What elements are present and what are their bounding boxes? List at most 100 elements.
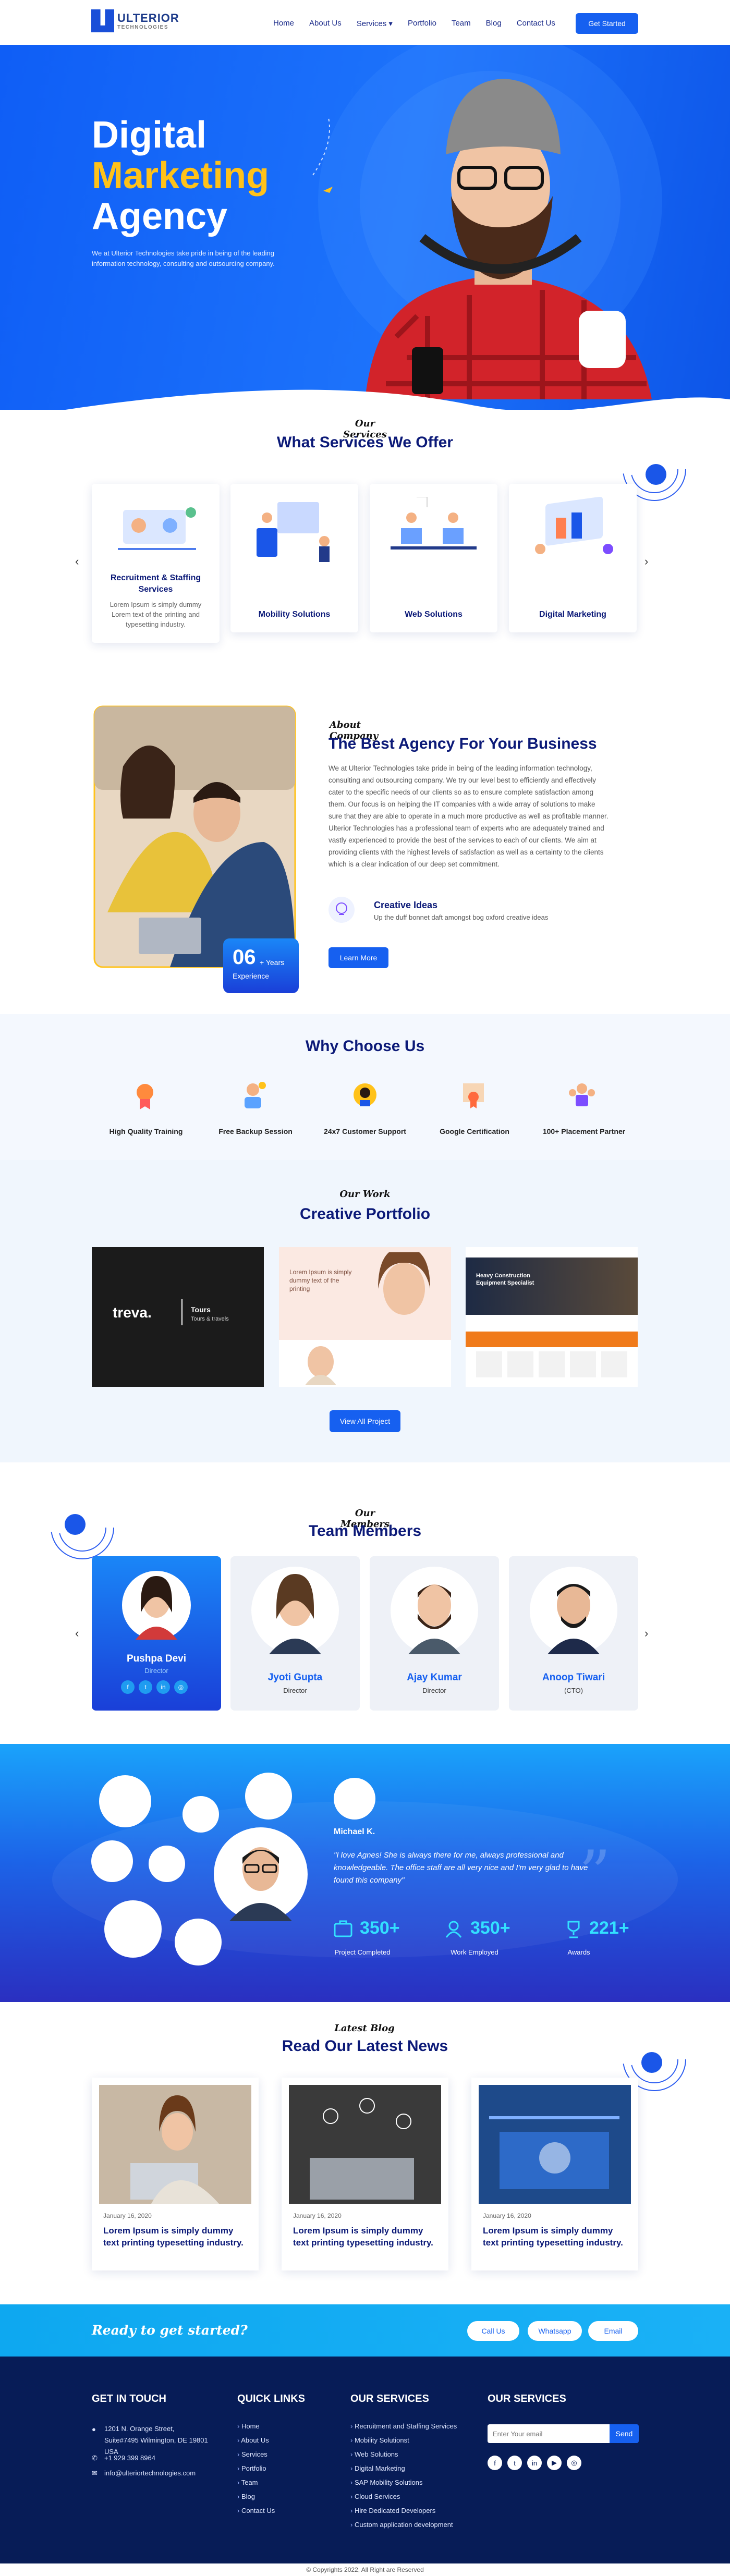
service-card-web[interactable]: Web Solutions bbox=[370, 484, 497, 632]
why-support: 24x7 Customer Support bbox=[324, 1127, 406, 1136]
footer-link-contact[interactable]: Contact Us bbox=[237, 2504, 275, 2518]
avatar bbox=[122, 1571, 191, 1640]
footer-link-home[interactable]: Home bbox=[237, 2419, 275, 2433]
view-all-project-button[interactable]: View All Project bbox=[330, 1410, 400, 1432]
team-card-ajay[interactable]: Ajay Kumar Director bbox=[370, 1556, 499, 1711]
experience-badge: 06 + Years Experience bbox=[223, 938, 299, 993]
hero-wave bbox=[65, 389, 730, 410]
member-name: Jyoti Gupta bbox=[267, 1672, 323, 1683]
linkedin-icon[interactable]: in bbox=[527, 2456, 542, 2470]
avatar bbox=[251, 1567, 339, 1654]
footer-service-link[interactable]: Custom application development bbox=[350, 2518, 457, 2532]
footer-link-services[interactable]: Services bbox=[237, 2447, 275, 2461]
portfolio-item-beauty[interactable]: Lorem Ipsum is simply dummy text of the … bbox=[279, 1247, 451, 1387]
client-avatar bbox=[104, 1900, 162, 1958]
nav-about[interactable]: About Us bbox=[309, 19, 342, 28]
member-role: Director bbox=[144, 1667, 168, 1675]
stat-employees-value: 350+ bbox=[470, 1918, 510, 1938]
nav-team[interactable]: Team bbox=[452, 19, 471, 28]
service-card-digital-marketing[interactable]: Digital Marketing bbox=[509, 484, 637, 632]
footer-quick-title: QUICK LINKS bbox=[237, 2393, 305, 2404]
footer-email[interactable]: info@ulteriortechnologies.com bbox=[104, 2469, 196, 2477]
company-logo[interactable]: ULTERIOR TECHNOLOGIES bbox=[91, 9, 179, 34]
service-title: Mobility Solutions bbox=[258, 610, 331, 619]
footer-phone[interactable]: +1 929 399 8964 bbox=[104, 2454, 155, 2462]
stat-projects-label: Project Completed bbox=[334, 1948, 391, 1956]
newsletter-send-button[interactable]: Send bbox=[610, 2424, 639, 2443]
feature-title: Creative Ideas bbox=[374, 900, 438, 910]
footer-services-list: Recruitment and Staffing Services Mobili… bbox=[350, 2419, 457, 2532]
phone-icon: ✆ bbox=[92, 2454, 98, 2462]
footer-service-link[interactable]: Recruitment and Staffing Services bbox=[350, 2419, 457, 2433]
projects-icon bbox=[334, 1920, 352, 1937]
team-card-jyoti[interactable]: Jyoti Gupta Director bbox=[230, 1556, 360, 1711]
footer-service-link[interactable]: Cloud Services bbox=[350, 2489, 457, 2504]
news-date: January 16, 2020 bbox=[103, 2212, 152, 2219]
about-title: The Best Agency For Your Business bbox=[328, 735, 597, 752]
facebook-icon[interactable]: f bbox=[488, 2456, 502, 2470]
facebook-icon[interactable]: f bbox=[121, 1680, 135, 1694]
why-title: Why Choose Us bbox=[305, 1037, 425, 1055]
get-started-button[interactable]: Get Started bbox=[576, 13, 638, 34]
construction-grid bbox=[476, 1351, 627, 1377]
news-card[interactable]: January 16, 2020 Lorem Ipsum is simply d… bbox=[92, 2078, 259, 2270]
twitter-icon[interactable]: t bbox=[507, 2456, 522, 2470]
hero-text: We at Ulterior Technologies take pride i… bbox=[92, 249, 275, 267]
footer-service-link[interactable]: Mobility Solutionst bbox=[350, 2433, 457, 2447]
news-card[interactable]: January 16, 2020 Lorem Ipsum is simply d… bbox=[282, 2078, 448, 2270]
call-us-button[interactable]: Call Us bbox=[467, 2321, 519, 2341]
nav-blog[interactable]: Blog bbox=[486, 19, 502, 28]
footer-link-portfolio[interactable]: Portfolio bbox=[237, 2461, 275, 2475]
email-button[interactable]: Email bbox=[588, 2321, 638, 2341]
news-card[interactable]: January 16, 2020 Lorem Ipsum is simply d… bbox=[471, 2078, 638, 2270]
footer-link-blog[interactable]: Blog bbox=[237, 2489, 275, 2504]
service-card-mobility[interactable]: Mobility Solutions bbox=[230, 484, 358, 632]
service-title: Web Solutions bbox=[405, 610, 463, 619]
nav-portfolio[interactable]: Portfolio bbox=[408, 19, 436, 28]
news-image bbox=[289, 2085, 441, 2204]
twitter-icon[interactable]: t bbox=[139, 1680, 152, 1694]
footer-link-team[interactable]: Team bbox=[237, 2475, 275, 2489]
beauty-model-2 bbox=[305, 1346, 336, 1385]
footer-service-link[interactable]: Hire Dedicated Developers bbox=[350, 2504, 457, 2518]
nav-home[interactable]: Home bbox=[273, 19, 294, 28]
client-avatar bbox=[175, 1919, 222, 1965]
about-text: We at Ulterior Technologies take pride i… bbox=[328, 764, 609, 868]
stat-awards-value: 221+ bbox=[589, 1918, 629, 1938]
team-card-anoop[interactable]: Anoop Tiwari (CTO) bbox=[509, 1556, 638, 1711]
certification-icon bbox=[463, 1083, 484, 1108]
trophy-icon bbox=[567, 1921, 580, 1938]
newsletter-email-input[interactable] bbox=[488, 2424, 610, 2443]
web-illustration bbox=[391, 497, 477, 550]
avatar bbox=[391, 1567, 478, 1654]
team-prev-arrow[interactable]: ‹ bbox=[75, 1627, 79, 1640]
employees-icon bbox=[445, 1921, 462, 1938]
portfolio-item-construction[interactable]: Heavy Construction Equipment Specialist bbox=[466, 1247, 638, 1387]
team-next-arrow[interactable]: › bbox=[644, 1627, 648, 1640]
news-post-title[interactable]: Lorem Ipsum is simply dummy text printin… bbox=[483, 2225, 628, 2249]
training-icon bbox=[137, 1084, 153, 1109]
learn-more-button[interactable]: Learn More bbox=[328, 947, 388, 968]
news-post-title[interactable]: Lorem Ipsum is simply dummy text printin… bbox=[103, 2225, 248, 2249]
footer-service-link[interactable]: SAP Mobility Solutions bbox=[350, 2475, 457, 2489]
service-card-recruitment[interactable]: Recruitment & Staffing Services Lorem Ip… bbox=[92, 484, 220, 643]
instagram-icon[interactable]: ◎ bbox=[174, 1680, 188, 1694]
news-tag: Latest Blog bbox=[327, 2023, 402, 2034]
news-image bbox=[479, 2085, 631, 2204]
services-prev-arrow[interactable]: ‹ bbox=[75, 555, 79, 568]
featured-client-photo bbox=[214, 1827, 308, 1921]
services-next-arrow[interactable]: › bbox=[644, 555, 648, 568]
whatsapp-button[interactable]: Whatsapp bbox=[528, 2321, 582, 2341]
nav-contact[interactable]: Contact Us bbox=[517, 19, 555, 28]
footer-service-link[interactable]: Web Solutions bbox=[350, 2447, 457, 2461]
marketing-illustration bbox=[535, 497, 613, 554]
instagram-icon[interactable]: ◎ bbox=[567, 2456, 581, 2470]
youtube-icon[interactable]: ▶ bbox=[547, 2456, 562, 2470]
portfolio-item-treva[interactable]: treva. Tours Tours & travels bbox=[92, 1247, 264, 1387]
linkedin-icon[interactable]: in bbox=[156, 1680, 170, 1694]
footer-link-about[interactable]: About Us bbox=[237, 2433, 275, 2447]
news-post-title[interactable]: Lorem Ipsum is simply dummy text printin… bbox=[293, 2225, 438, 2249]
team-card-pushpa[interactable]: Pushpa Devi Director f t in ◎ bbox=[92, 1556, 221, 1711]
footer-service-link[interactable]: Digital Marketing bbox=[350, 2461, 457, 2475]
nav-services[interactable]: Services ▾ bbox=[357, 19, 393, 28]
